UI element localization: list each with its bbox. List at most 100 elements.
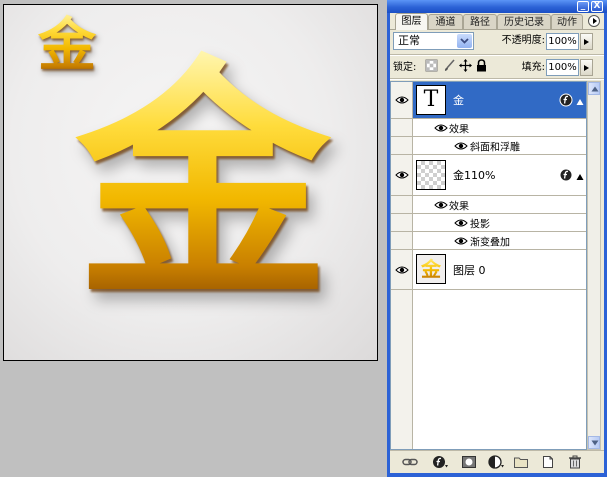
move-icon xyxy=(459,59,472,72)
layer-visibility-toggle[interactable] xyxy=(391,155,413,195)
opacity-slider-button[interactable] xyxy=(580,33,593,50)
lock-all-icon[interactable] xyxy=(475,59,488,72)
eye-icon xyxy=(395,171,409,179)
effects-label: 效果 xyxy=(449,201,469,212)
effects-visibility-toggle[interactable] xyxy=(434,200,448,210)
expand-effects-toggle[interactable] xyxy=(576,171,584,180)
tab-paths[interactable]: 路径 xyxy=(463,14,497,29)
effect-name: 投影 xyxy=(470,219,490,230)
effect-name: 斜面和浮雕 xyxy=(470,142,520,153)
thumbnail-gold-character: 金 xyxy=(417,255,445,283)
slider-arrow-icon xyxy=(584,65,589,71)
blend-mode-select[interactable]: 正常 xyxy=(393,32,474,50)
toolbar-divider xyxy=(390,78,604,80)
palette-menu-arrow-icon xyxy=(593,18,597,24)
layer-visibility-toggle[interactable] xyxy=(391,250,413,289)
fx-icon xyxy=(433,456,448,468)
palette-title-bar[interactable] xyxy=(387,0,607,13)
mask-icon xyxy=(462,456,476,468)
opacity-input[interactable]: 100% xyxy=(546,33,579,50)
blend-mode-value: 正常 xyxy=(398,34,420,47)
layer-thumbnail xyxy=(416,160,446,190)
triangle-up-icon xyxy=(576,99,584,105)
new-group-icon[interactable] xyxy=(513,455,529,469)
fill-input[interactable]: 100% xyxy=(546,59,579,76)
effect-row-gradient-overlay[interactable]: 渐变叠加 xyxy=(391,232,586,250)
layer-effects-icon[interactable] xyxy=(559,93,573,107)
new-page-icon xyxy=(543,456,553,468)
layer-name[interactable]: 金110% xyxy=(453,167,495,183)
layers-footer-toolbar xyxy=(390,450,604,473)
tab-history[interactable]: 历史记录 xyxy=(497,14,551,29)
layer-mask-icon[interactable] xyxy=(461,455,477,469)
effects-label: 效果 xyxy=(449,124,469,135)
blend-mode-dropdown-button[interactable] xyxy=(457,34,472,48)
eye-icon xyxy=(395,96,409,104)
half-circle-icon xyxy=(488,455,504,469)
lock-position-move-icon[interactable] xyxy=(459,59,472,72)
effect-row-bevel-emboss[interactable]: 斜面和浮雕 xyxy=(391,137,586,155)
layer-list-scrollbar[interactable] xyxy=(587,81,601,450)
lock-label: 锁定: xyxy=(393,62,417,73)
effect-name: 渐变叠加 xyxy=(470,237,510,248)
fill-slider-button[interactable] xyxy=(580,59,593,76)
tab-actions[interactable]: 动作 xyxy=(551,14,583,29)
layer-name[interactable]: 金 xyxy=(453,92,464,108)
toolbar-divider xyxy=(390,54,604,56)
effect-visibility-toggle[interactable] xyxy=(454,236,468,246)
eye-icon xyxy=(454,142,468,149)
layer-name[interactable]: 图层 0 xyxy=(453,262,486,278)
eye-icon xyxy=(454,237,468,244)
layer-thumbnail: T xyxy=(416,85,446,115)
slider-arrow-icon xyxy=(584,39,589,45)
effects-visibility-toggle[interactable] xyxy=(434,123,448,133)
link-layers-icon[interactable] xyxy=(402,455,418,469)
eye-icon xyxy=(434,201,448,208)
eye-icon xyxy=(454,219,468,226)
folder-icon xyxy=(514,457,528,468)
chain-link-icon xyxy=(402,458,418,466)
minimize-button[interactable]: _ xyxy=(577,1,589,12)
effect-visibility-toggle[interactable] xyxy=(454,141,468,151)
eye-icon xyxy=(395,266,409,273)
layer-thumbnail: 金 xyxy=(416,254,446,284)
layer-effects-icon[interactable] xyxy=(559,168,573,182)
layer-row-background-image[interactable]: 金 图层 0 xyxy=(391,250,586,290)
scroll-up-button[interactable] xyxy=(588,82,600,95)
fx-icon xyxy=(559,168,573,182)
tab-channels[interactable]: 通道 xyxy=(428,14,463,29)
chevron-down-icon xyxy=(460,38,469,44)
palette-menu-button[interactable] xyxy=(588,15,600,27)
adjustment-layer-icon[interactable] xyxy=(488,455,504,469)
delete-layer-icon[interactable] xyxy=(567,455,583,469)
chevron-up-icon xyxy=(591,86,599,92)
eye-icon xyxy=(434,124,448,131)
effects-group-row[interactable]: 效果 xyxy=(391,196,586,214)
photoshop-workspace: 金 金 _ X 图层 通道 路径 历史记录 动作 正常 不透明度: 100% 锁… xyxy=(0,0,607,477)
layer-style-icon[interactable] xyxy=(432,455,448,469)
chevron-down-icon xyxy=(591,440,599,446)
opacity-label: 不透明度: xyxy=(501,35,545,46)
lock-transparency-icon-graphic xyxy=(425,59,438,72)
tab-layers[interactable]: 图层 xyxy=(395,13,428,30)
layer-list[interactable]: T 金 效果 斜面和浮雕 金110% 效果 投影 渐变叠加 金 图层 0 xyxy=(390,81,587,450)
close-button[interactable]: X xyxy=(591,1,603,12)
effect-visibility-toggle[interactable] xyxy=(454,218,468,228)
lock-transparency-icon[interactable] xyxy=(425,59,438,72)
effect-row-drop-shadow[interactable]: 投影 xyxy=(391,214,586,232)
effects-group-row[interactable]: 效果 xyxy=(391,119,586,137)
layer-row-transparent[interactable]: 金110% xyxy=(391,155,586,196)
document-canvas[interactable]: 金 金 xyxy=(3,4,378,361)
layers-palette: _ X 图层 通道 路径 历史记录 动作 正常 不透明度: 100% 锁定: 填… xyxy=(387,0,607,477)
fill-label: 填充: xyxy=(521,62,545,73)
text-layer-thumbnail-label: T xyxy=(423,87,439,112)
trash-icon xyxy=(569,455,581,469)
large-gold-character-artwork: 金 xyxy=(43,50,363,320)
padlock-icon xyxy=(477,59,486,72)
scroll-down-button[interactable] xyxy=(588,436,600,449)
expand-effects-toggle[interactable] xyxy=(576,96,584,105)
layer-visibility-toggle[interactable] xyxy=(391,82,413,118)
lock-image-brush-icon[interactable] xyxy=(443,59,456,72)
new-layer-icon[interactable] xyxy=(540,455,556,469)
layer-row-text[interactable]: T 金 xyxy=(391,82,586,119)
